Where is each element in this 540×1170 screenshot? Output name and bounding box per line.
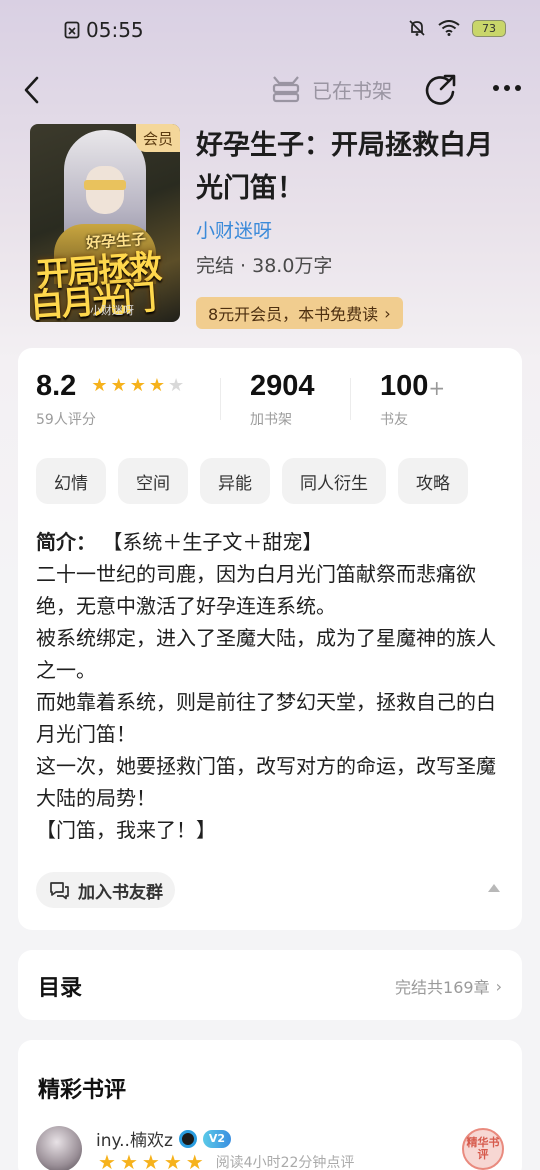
synopsis-paragraph: 这一次，她要拯救门笛，改写对方的命运，改写圣魔大陆的局势！ bbox=[36, 754, 496, 810]
sim-card-icon bbox=[64, 21, 80, 39]
tag-list: 幻情 空间 异能 同人衍生 攻略 bbox=[36, 458, 468, 504]
vip-offer-button[interactable]: 8元开会员，本书免费读 › bbox=[196, 297, 403, 329]
qq-icon bbox=[178, 1129, 197, 1148]
join-group-label: 加入书友群 bbox=[78, 882, 163, 903]
rating-label: 59人评分 bbox=[36, 412, 96, 428]
on-shelf-label: 已在书架 bbox=[312, 78, 392, 103]
star-icon: ★ bbox=[129, 375, 146, 396]
chevron-right-icon: › bbox=[495, 976, 502, 996]
shelf-count: 2904 bbox=[250, 370, 315, 402]
join-group-button[interactable]: 加入书友群 bbox=[36, 872, 175, 908]
status-bar: 05:55 73 bbox=[0, 0, 540, 60]
book-title: 好孕生子：开局拯救白月光门笛！ bbox=[196, 130, 493, 204]
featured-review-badge: 精华书评 bbox=[462, 1128, 504, 1170]
tag-chip[interactable]: 攻略 bbox=[398, 458, 468, 504]
synopsis-paragraph: 被系统绑定，进入了圣魔大陆，成为了星魔神的族人之一。 bbox=[36, 626, 496, 682]
on-shelf-button[interactable]: 已在书架 bbox=[270, 74, 392, 104]
reviews-title: 精彩书评 bbox=[38, 1078, 127, 1103]
friends-label: 书友 bbox=[380, 412, 408, 428]
status-right: 73 bbox=[408, 19, 506, 37]
mute-icon bbox=[409, 20, 425, 36]
share-icon[interactable] bbox=[424, 72, 458, 106]
rating-stat[interactable]: 8.2 ★ ★ ★ ★ ★ 59人评分 bbox=[36, 370, 184, 429]
synopsis-label: 简介： bbox=[36, 530, 96, 554]
stat-divider bbox=[350, 378, 351, 420]
review-user[interactable]: iny..楠欢z V2 bbox=[96, 1126, 232, 1151]
avatar[interactable] bbox=[36, 1126, 82, 1170]
book-status: 完结 · 38.0万字 bbox=[196, 255, 333, 277]
rating-value: 8.2 bbox=[36, 370, 77, 402]
star-empty-icon: ★ bbox=[167, 375, 185, 396]
book-cover[interactable]: 会员 好孕生子 开局拯救 白月光门笛 小财迷呀 bbox=[30, 124, 180, 322]
cover-art-face bbox=[86, 166, 124, 214]
battery-icon: 73 bbox=[472, 19, 506, 37]
book-info-card: 8.2 ★ ★ ★ ★ ★ 59人评分 2904 加书架 100+ 书友 幻情 … bbox=[18, 348, 522, 930]
chapter-count: 完结共169章 bbox=[395, 978, 490, 997]
read-time: 阅读4小时22分钟点评 bbox=[215, 1155, 355, 1170]
clock: 05:55 bbox=[86, 18, 144, 42]
star-icon: ★ bbox=[98, 1150, 116, 1170]
synopsis-paragraph: 而她靠着系统，则是前往了梦幻天堂，拯救自己的白月光门笛！ bbox=[36, 690, 496, 746]
tag-chip[interactable]: 同人衍生 bbox=[282, 458, 386, 504]
vip-offer-label: 8元开会员，本书免费读 bbox=[208, 305, 379, 324]
star-icon: ★ bbox=[119, 1150, 138, 1170]
friends-stat[interactable]: 100+ 书友 bbox=[380, 370, 445, 429]
stat-divider bbox=[220, 378, 221, 420]
chevron-right-icon: › bbox=[384, 303, 391, 323]
vip-badge: 会员 bbox=[136, 124, 180, 152]
shelf-stat: 2904 加书架 bbox=[250, 370, 315, 429]
tag-chip[interactable]: 异能 bbox=[200, 458, 270, 504]
back-icon[interactable] bbox=[18, 72, 48, 108]
wifi-icon bbox=[438, 20, 460, 36]
synopsis-first-line: 简介： 【系统＋生子文＋甜宠】 bbox=[36, 526, 506, 558]
friends-count: 100 bbox=[380, 370, 429, 402]
star-icon: ★ bbox=[110, 375, 127, 396]
star-icon: ★ bbox=[91, 375, 108, 396]
toc-info: 完结共169章 › bbox=[395, 974, 502, 998]
username: iny..楠欢z bbox=[96, 1131, 173, 1151]
collapse-icon[interactable] bbox=[488, 884, 500, 892]
stats-row: 8.2 ★ ★ ★ ★ ★ 59人评分 2904 加书架 100+ 书友 bbox=[36, 370, 506, 440]
shelf-label: 加书架 bbox=[250, 412, 292, 428]
more-icon[interactable] bbox=[490, 78, 524, 98]
cover-author: 小财迷呀 bbox=[90, 304, 134, 317]
synopsis-paragraph: 二十一世纪的司鹿，因为白月光门笛献祭而悲痛欲绝，无意中激活了好孕连连系统。 bbox=[36, 562, 476, 618]
star-icon: ★ bbox=[148, 375, 165, 396]
synopsis[interactable]: 简介： 【系统＋生子文＋甜宠】 二十一世纪的司鹿，因为白月光门笛献祭而悲痛欲绝，… bbox=[36, 526, 506, 846]
review-stars: ★ ★ ★ ★ ★ 阅读4小时22分钟点评 bbox=[98, 1152, 354, 1170]
reviews-card: 精彩书评 iny..楠欢z V2 ★ ★ ★ ★ ★ 阅读4小时22分钟点评 精… bbox=[18, 1040, 522, 1170]
tag-chip[interactable]: 幻情 bbox=[36, 458, 106, 504]
bookshelf-icon bbox=[272, 76, 300, 103]
rating-stars: ★ ★ ★ ★ ★ bbox=[91, 377, 184, 395]
synopsis-paragraph: 【门笛，我来了！】 bbox=[36, 818, 216, 842]
toc-card[interactable]: 目录 完结共169章 › bbox=[18, 950, 522, 1020]
chat-bubble-icon bbox=[50, 882, 69, 900]
star-icon: ★ bbox=[185, 1150, 204, 1170]
cover-art-mask bbox=[84, 180, 126, 190]
star-icon: ★ bbox=[141, 1150, 160, 1170]
tag-chip[interactable]: 空间 bbox=[118, 458, 188, 504]
star-icon: ★ bbox=[163, 1150, 182, 1170]
friends-plus: + bbox=[428, 376, 446, 400]
nav-bar: 已在书架 bbox=[0, 66, 540, 114]
author-link[interactable]: 小财迷呀 bbox=[196, 216, 272, 243]
status-left: 05:55 bbox=[64, 18, 144, 42]
level-badge: V2 bbox=[202, 1129, 232, 1148]
toc-title: 目录 bbox=[38, 976, 83, 1001]
synopsis-tags: 【系统＋生子文＋甜宠】 bbox=[102, 530, 323, 554]
